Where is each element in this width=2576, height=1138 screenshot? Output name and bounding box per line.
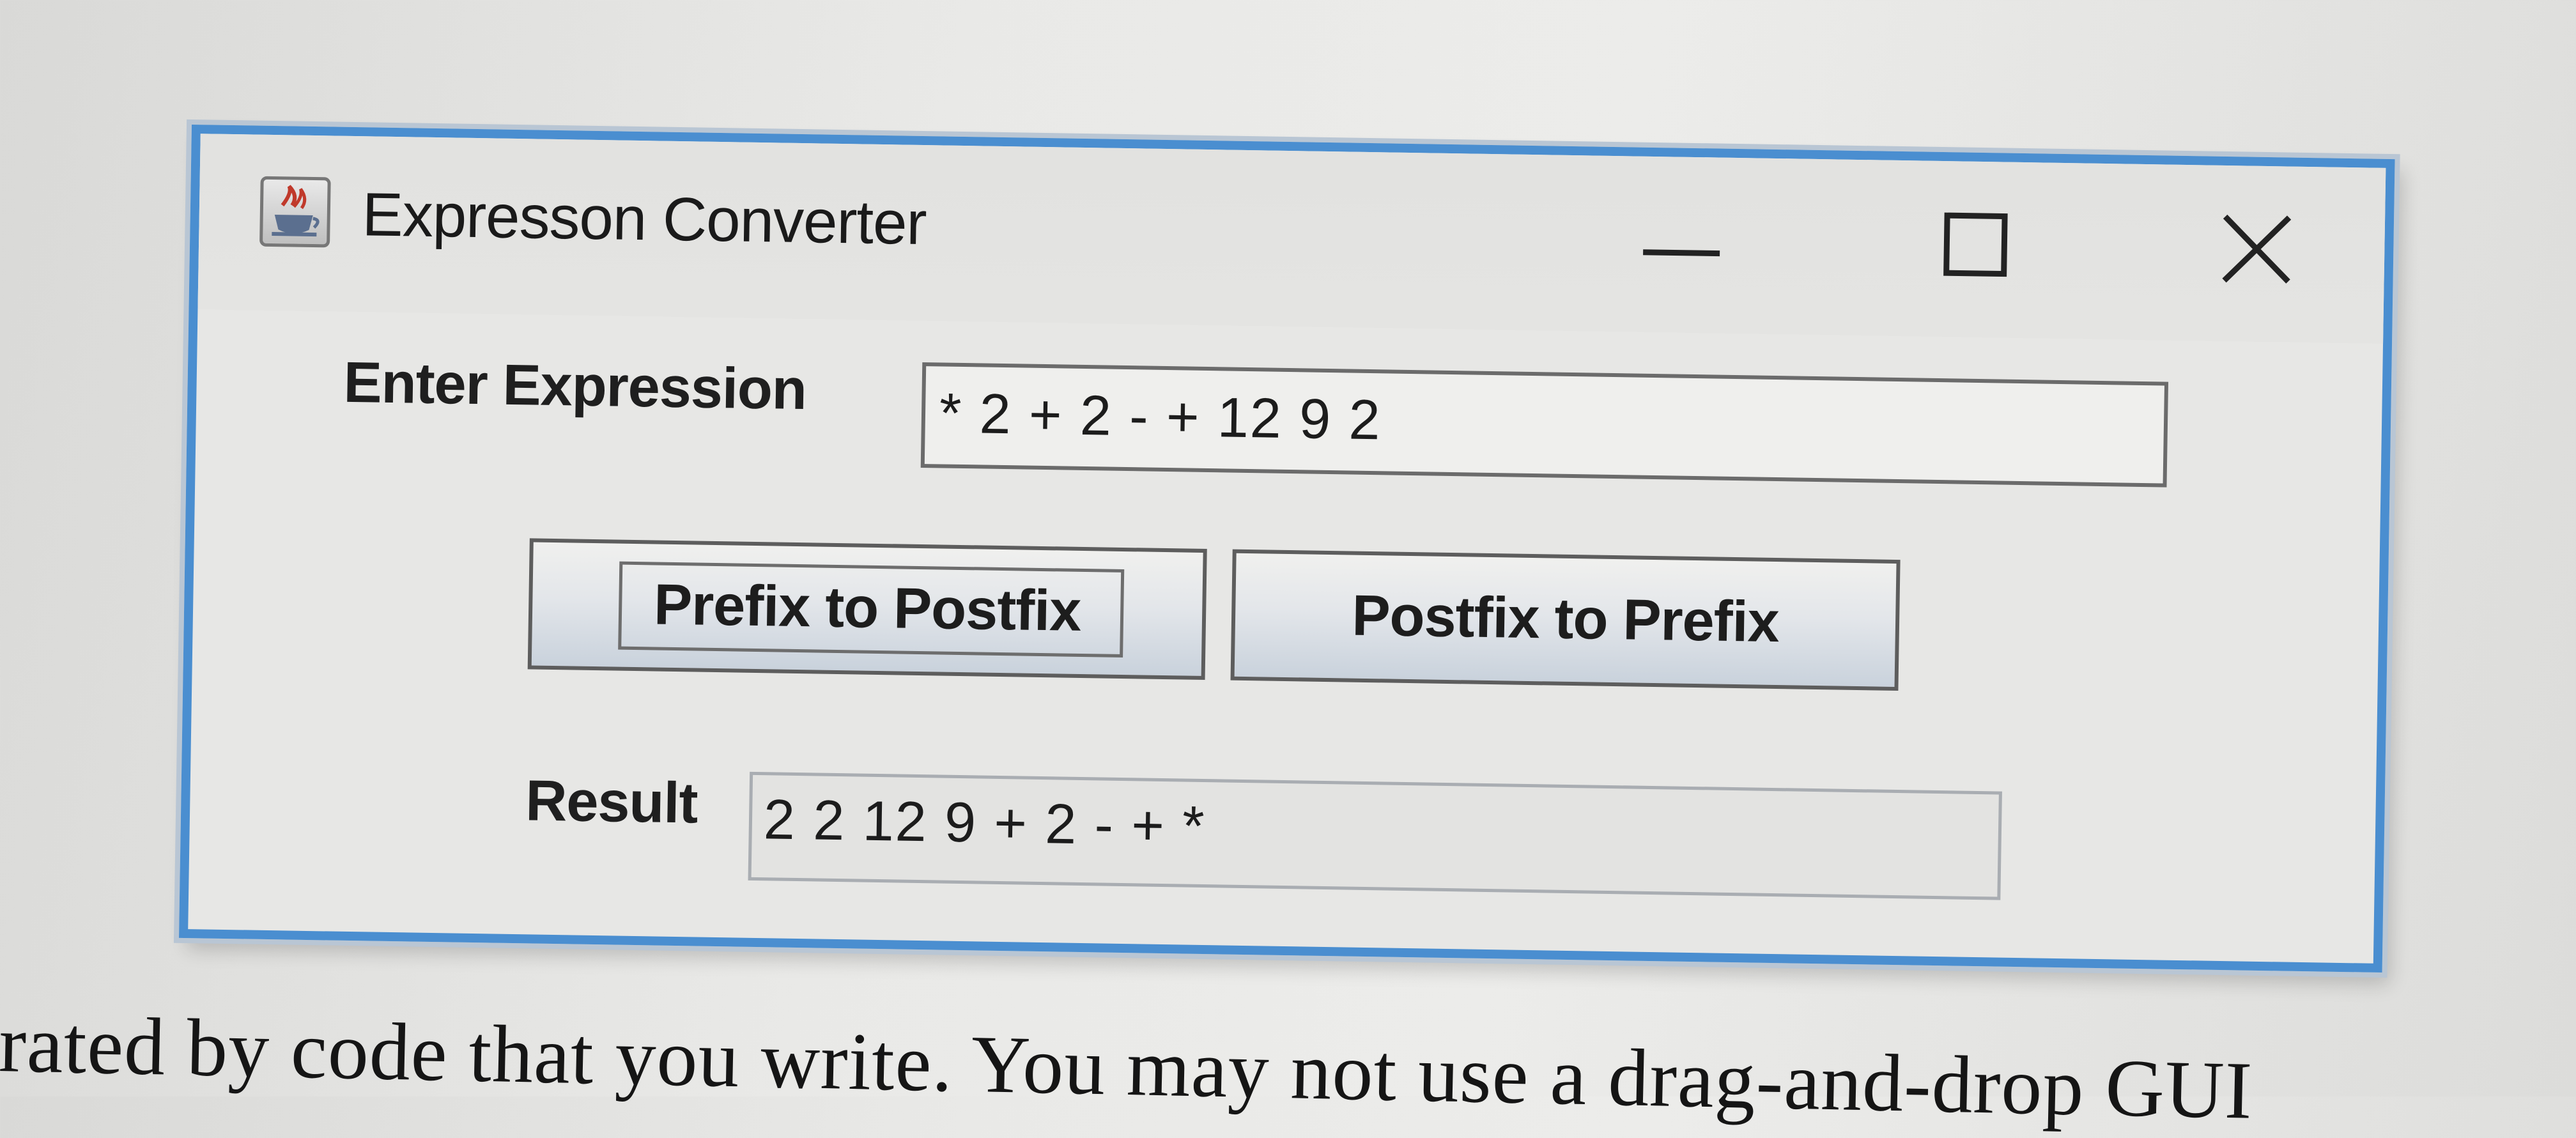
prefix-to-postfix-button[interactable]: Prefix to Postfix — [527, 538, 1207, 680]
minimize-button[interactable] — [1623, 191, 1739, 289]
app-window: Expresson Converter Enter Expression * 2… — [179, 125, 2395, 973]
prefix-to-postfix-label: Prefix to Postfix — [653, 573, 1082, 643]
minimize-icon — [1643, 249, 1720, 257]
expression-label: Enter Expression — [343, 350, 807, 422]
close-button[interactable] — [2198, 200, 2315, 298]
postfix-to-prefix-button[interactable]: Postfix to Prefix — [1230, 549, 1901, 691]
expression-input[interactable]: * 2 + 2 - + 12 9 2 — [920, 362, 2169, 488]
window-title: Expresson Converter — [361, 180, 927, 258]
java-cup-icon — [259, 176, 331, 248]
maximize-button[interactable] — [1917, 196, 2033, 293]
close-icon — [2222, 214, 2292, 284]
result-label: Result — [525, 769, 698, 836]
title-bar[interactable]: Expresson Converter — [197, 134, 2386, 344]
result-output: 2 2 12 9 + 2 - + * — [748, 771, 2002, 900]
postfix-to-prefix-label: Postfix to Prefix — [1351, 583, 1780, 655]
maximize-icon — [1943, 212, 2008, 277]
